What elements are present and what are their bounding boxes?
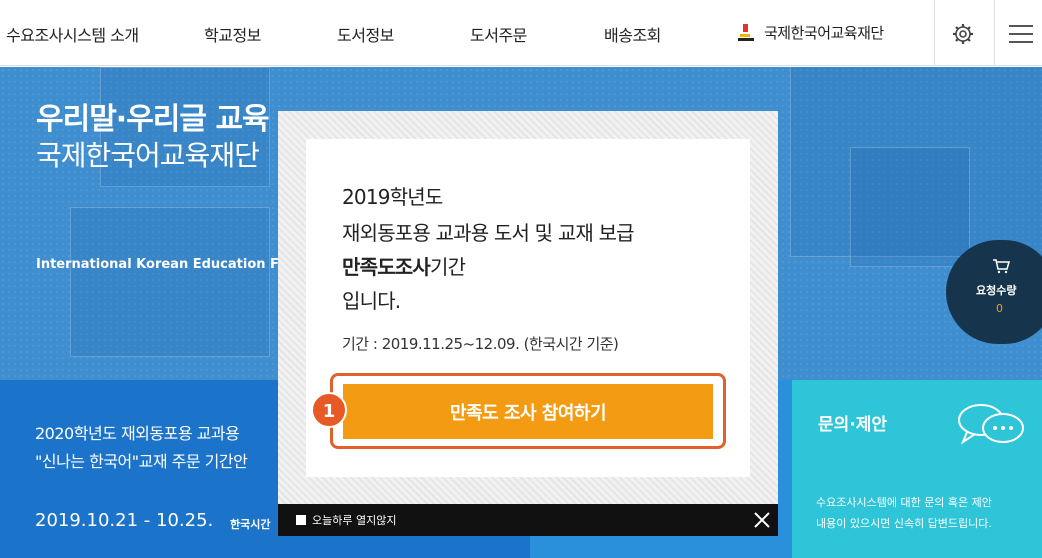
notice-line-1: 2020학년도 재외동포용 교과용 [35,424,240,443]
popup-line-3: 만족도조사기간 [342,251,466,280]
hero-subtitle: 국제한국어교육재단 [36,139,260,172]
survey-participate-button[interactable]: 만족도 조사 참여하기 [343,384,713,439]
nav-item-intro[interactable]: 수요조사시스템 소개 [6,22,139,46]
cart-button[interactable]: 요청수량 0 [946,240,1042,344]
popup-line-2: 재외동포용 교과용 도서 및 교재 보급 [342,221,635,245]
popup-period: 기간 : 2019.11.25~12.09. (한국시간 기준) [342,335,619,353]
hero-title: 우리말·우리글 교육 [36,102,270,137]
step-badge: 1 [311,392,347,428]
hero-english: International Korean Education Foun [36,257,306,272]
gear-icon[interactable] [951,22,975,46]
notice-line-2: "신나는 한국어"교재 주문 기간안 [35,452,248,471]
popup-content: 2019학년도 재외동포용 교과용 도서 및 교재 보급 만족도조사기간 입니다… [306,139,750,477]
popup-line-3-rest: 기간 [430,255,466,279]
nav-divider [934,0,935,66]
contact-description-1: 수요조사시스템에 대한 문의 혹은 제안 [816,496,992,509]
contact-description-2: 내용이 있으시면 신속히 답변드립니다. [816,517,992,530]
nav-divider [994,0,995,66]
popup-year: 2019학년도 [342,185,443,209]
cart-count: 0 [996,302,1003,315]
close-icon[interactable] [752,510,772,530]
cart-icon [993,259,1010,274]
org-logo-icon [738,24,754,41]
top-nav: 수요조사시스템 소개 학교정보 도서정보 도서주문 배송조회 국제한국어교육재단 [0,0,1042,66]
hero-decoration [850,147,970,267]
nav-org-link[interactable]: 국제한국어교육재단 [764,22,884,43]
chat-bubble-icon [958,404,1024,445]
hero-decoration [70,207,270,357]
popup-footer: 오늘하루 열지않지 [278,504,778,536]
cart-label: 요청수량 [976,284,1017,297]
nav-item-school-info[interactable]: 학교정보 [204,22,261,46]
survey-button-highlight: 만족도 조사 참여하기 1 [311,373,726,449]
notice-timezone: 한국시간 [230,518,271,531]
popup-line-3-bold: 만족도조사 [342,255,431,279]
nav-item-book-info[interactable]: 도서정보 [337,22,394,46]
hamburger-menu-icon[interactable] [1009,24,1037,44]
dont-show-today-checkbox[interactable] [296,515,306,525]
dont-show-today-label[interactable]: 오늘하루 열지않지 [312,512,396,528]
survey-popup: 2019학년도 재외동포용 교과용 도서 및 교재 보급 만족도조사기간 입니다… [278,111,778,509]
nav-item-delivery[interactable]: 배송조회 [604,22,661,46]
popup-line-4: 입니다. [342,289,401,313]
contact-title: 문의·제안 [818,415,888,435]
notice-date: 2019.10.21 - 10.25. [35,510,214,531]
nav-item-book-order[interactable]: 도서주문 [470,22,527,46]
